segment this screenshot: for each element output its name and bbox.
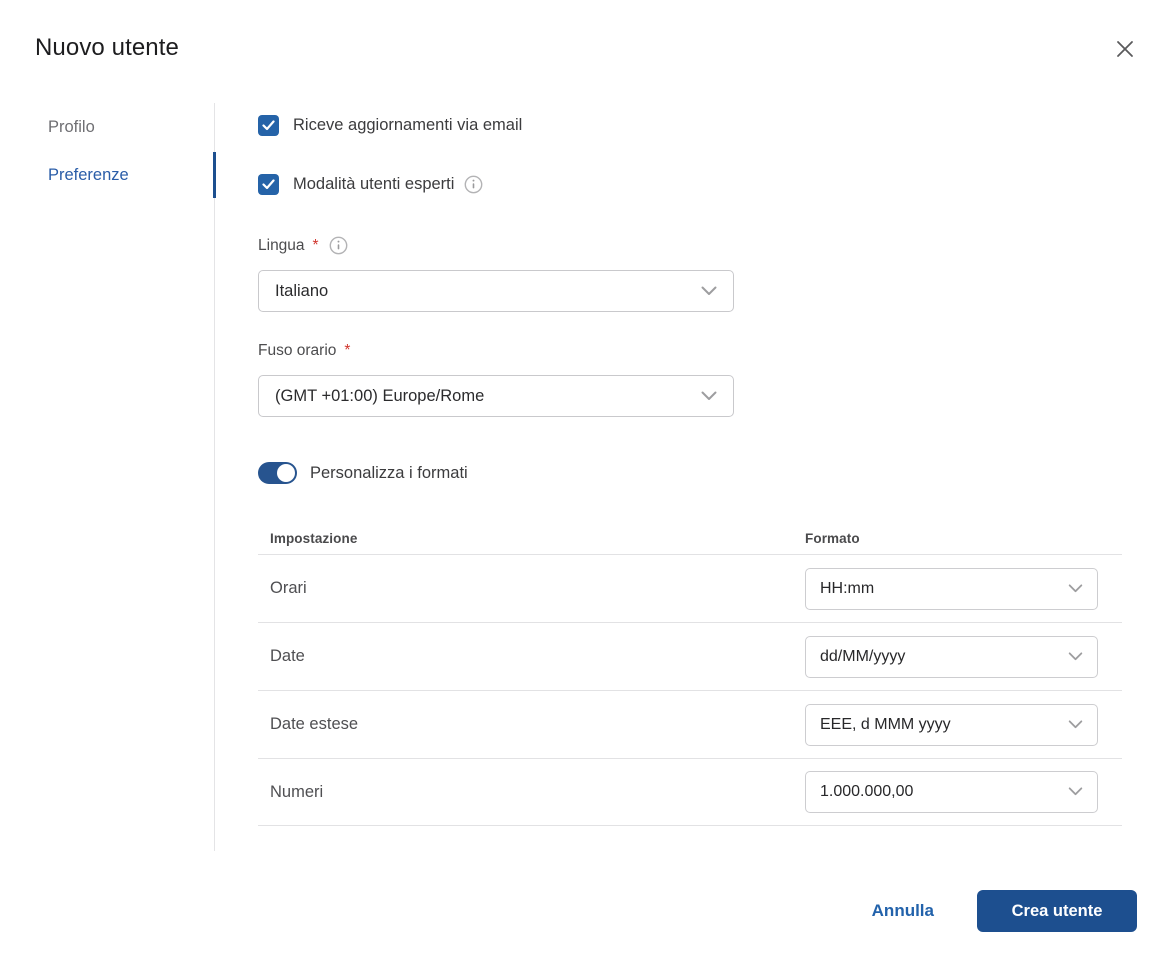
timezone-select-value: (GMT +01:00) Europe/Rome bbox=[275, 386, 485, 405]
dialog-title: Nuovo utente bbox=[35, 34, 179, 61]
chevron-down-icon bbox=[701, 282, 717, 301]
row-setting-label: Date bbox=[270, 647, 305, 665]
toggle-label: Personalizza i formati bbox=[310, 463, 468, 482]
checkbox-label: Modalità utenti esperti bbox=[293, 175, 455, 193]
checkbox-label: Riceve aggiornamenti via email bbox=[293, 116, 523, 134]
language-select-value: Italiano bbox=[275, 281, 329, 300]
dialog-footer: Annulla Crea utente bbox=[872, 890, 1137, 932]
toggle-knob bbox=[277, 464, 295, 482]
preferences-panel: Riceve aggiornamenti via email Modalità … bbox=[215, 103, 1172, 958]
info-icon[interactable] bbox=[464, 175, 483, 194]
expert-mode-checkbox-row[interactable]: Modalità utenti esperti bbox=[258, 174, 1122, 195]
language-select[interactable]: Italiano bbox=[258, 270, 734, 312]
chevron-down-icon bbox=[1068, 716, 1083, 734]
time-format-select[interactable]: HH:mm bbox=[805, 567, 1098, 610]
chevron-down-icon bbox=[1068, 648, 1083, 666]
number-format-value: 1.000.000,00 bbox=[820, 783, 914, 800]
dialog-header: Nuovo utente bbox=[0, 0, 1172, 103]
close-icon bbox=[1114, 38, 1136, 63]
table-row-numeri: Numeri 1.000.000,00 bbox=[258, 758, 1122, 826]
toggle-on-switch[interactable] bbox=[258, 462, 297, 484]
formats-table-header: Impostazione Formato bbox=[258, 522, 1122, 554]
row-setting-label: Date estese bbox=[270, 715, 359, 733]
row-setting-label: Orari bbox=[270, 579, 307, 597]
date-format-value: dd/MM/yyyy bbox=[820, 647, 906, 665]
row-setting-label: Numeri bbox=[270, 782, 324, 801]
checkbox-checked-icon[interactable] bbox=[258, 174, 279, 195]
chevron-down-icon bbox=[1068, 580, 1083, 598]
create-user-button[interactable]: Crea utente bbox=[977, 890, 1137, 932]
close-button[interactable] bbox=[1111, 36, 1139, 64]
dialog-body: Profilo Preferenze Riceve aggiornamenti … bbox=[0, 103, 1172, 958]
sidebar-item-profilo[interactable]: Profilo bbox=[0, 103, 214, 151]
field-label-text: Fuso orario bbox=[258, 342, 337, 359]
table-row-orari: Orari HH:mm bbox=[258, 554, 1122, 622]
timezone-select[interactable]: (GMT +01:00) Europe/Rome bbox=[258, 375, 734, 417]
new-user-dialog: Nuovo utente Profilo Preferenze Riceve a… bbox=[0, 0, 1172, 958]
checkbox-checked-icon[interactable] bbox=[258, 115, 279, 136]
long-date-format-value: EEE, d MMM yyyy bbox=[820, 715, 951, 733]
sidebar-item-label: Profilo bbox=[48, 117, 95, 136]
info-icon[interactable] bbox=[329, 236, 348, 255]
custom-formats-toggle-row[interactable]: Personalizza i formati bbox=[258, 462, 1122, 484]
sidebar-item-preferenze[interactable]: Preferenze bbox=[0, 151, 216, 199]
formats-table: Impostazione Formato Orari HH:mm Date dd… bbox=[258, 522, 1122, 826]
column-header-format: Formato bbox=[805, 530, 860, 546]
field-label-text: Lingua bbox=[258, 236, 305, 254]
long-date-format-select[interactable]: EEE, d MMM yyyy bbox=[805, 703, 1098, 746]
chevron-down-icon bbox=[1068, 783, 1083, 801]
cancel-button[interactable]: Annulla bbox=[872, 901, 934, 921]
time-format-value: HH:mm bbox=[820, 579, 875, 597]
date-format-select[interactable]: dd/MM/yyyy bbox=[805, 635, 1098, 678]
language-label: Lingua * bbox=[258, 236, 1122, 255]
number-format-select[interactable]: 1.000.000,00 bbox=[805, 771, 1098, 813]
required-asterisk: * bbox=[344, 342, 351, 359]
table-row-date-estese: Date estese EEE, d MMM yyyy bbox=[258, 690, 1122, 758]
sidebar-item-label: Preferenze bbox=[48, 165, 129, 184]
email-updates-checkbox-row[interactable]: Riceve aggiornamenti via email bbox=[258, 115, 1122, 136]
sidebar: Profilo Preferenze bbox=[0, 103, 216, 851]
required-asterisk: * bbox=[312, 236, 319, 254]
chevron-down-icon bbox=[701, 387, 717, 406]
column-header-setting: Impostazione bbox=[270, 530, 358, 546]
table-row-date: Date dd/MM/yyyy bbox=[258, 622, 1122, 690]
timezone-label: Fuso orario * bbox=[258, 342, 1122, 360]
